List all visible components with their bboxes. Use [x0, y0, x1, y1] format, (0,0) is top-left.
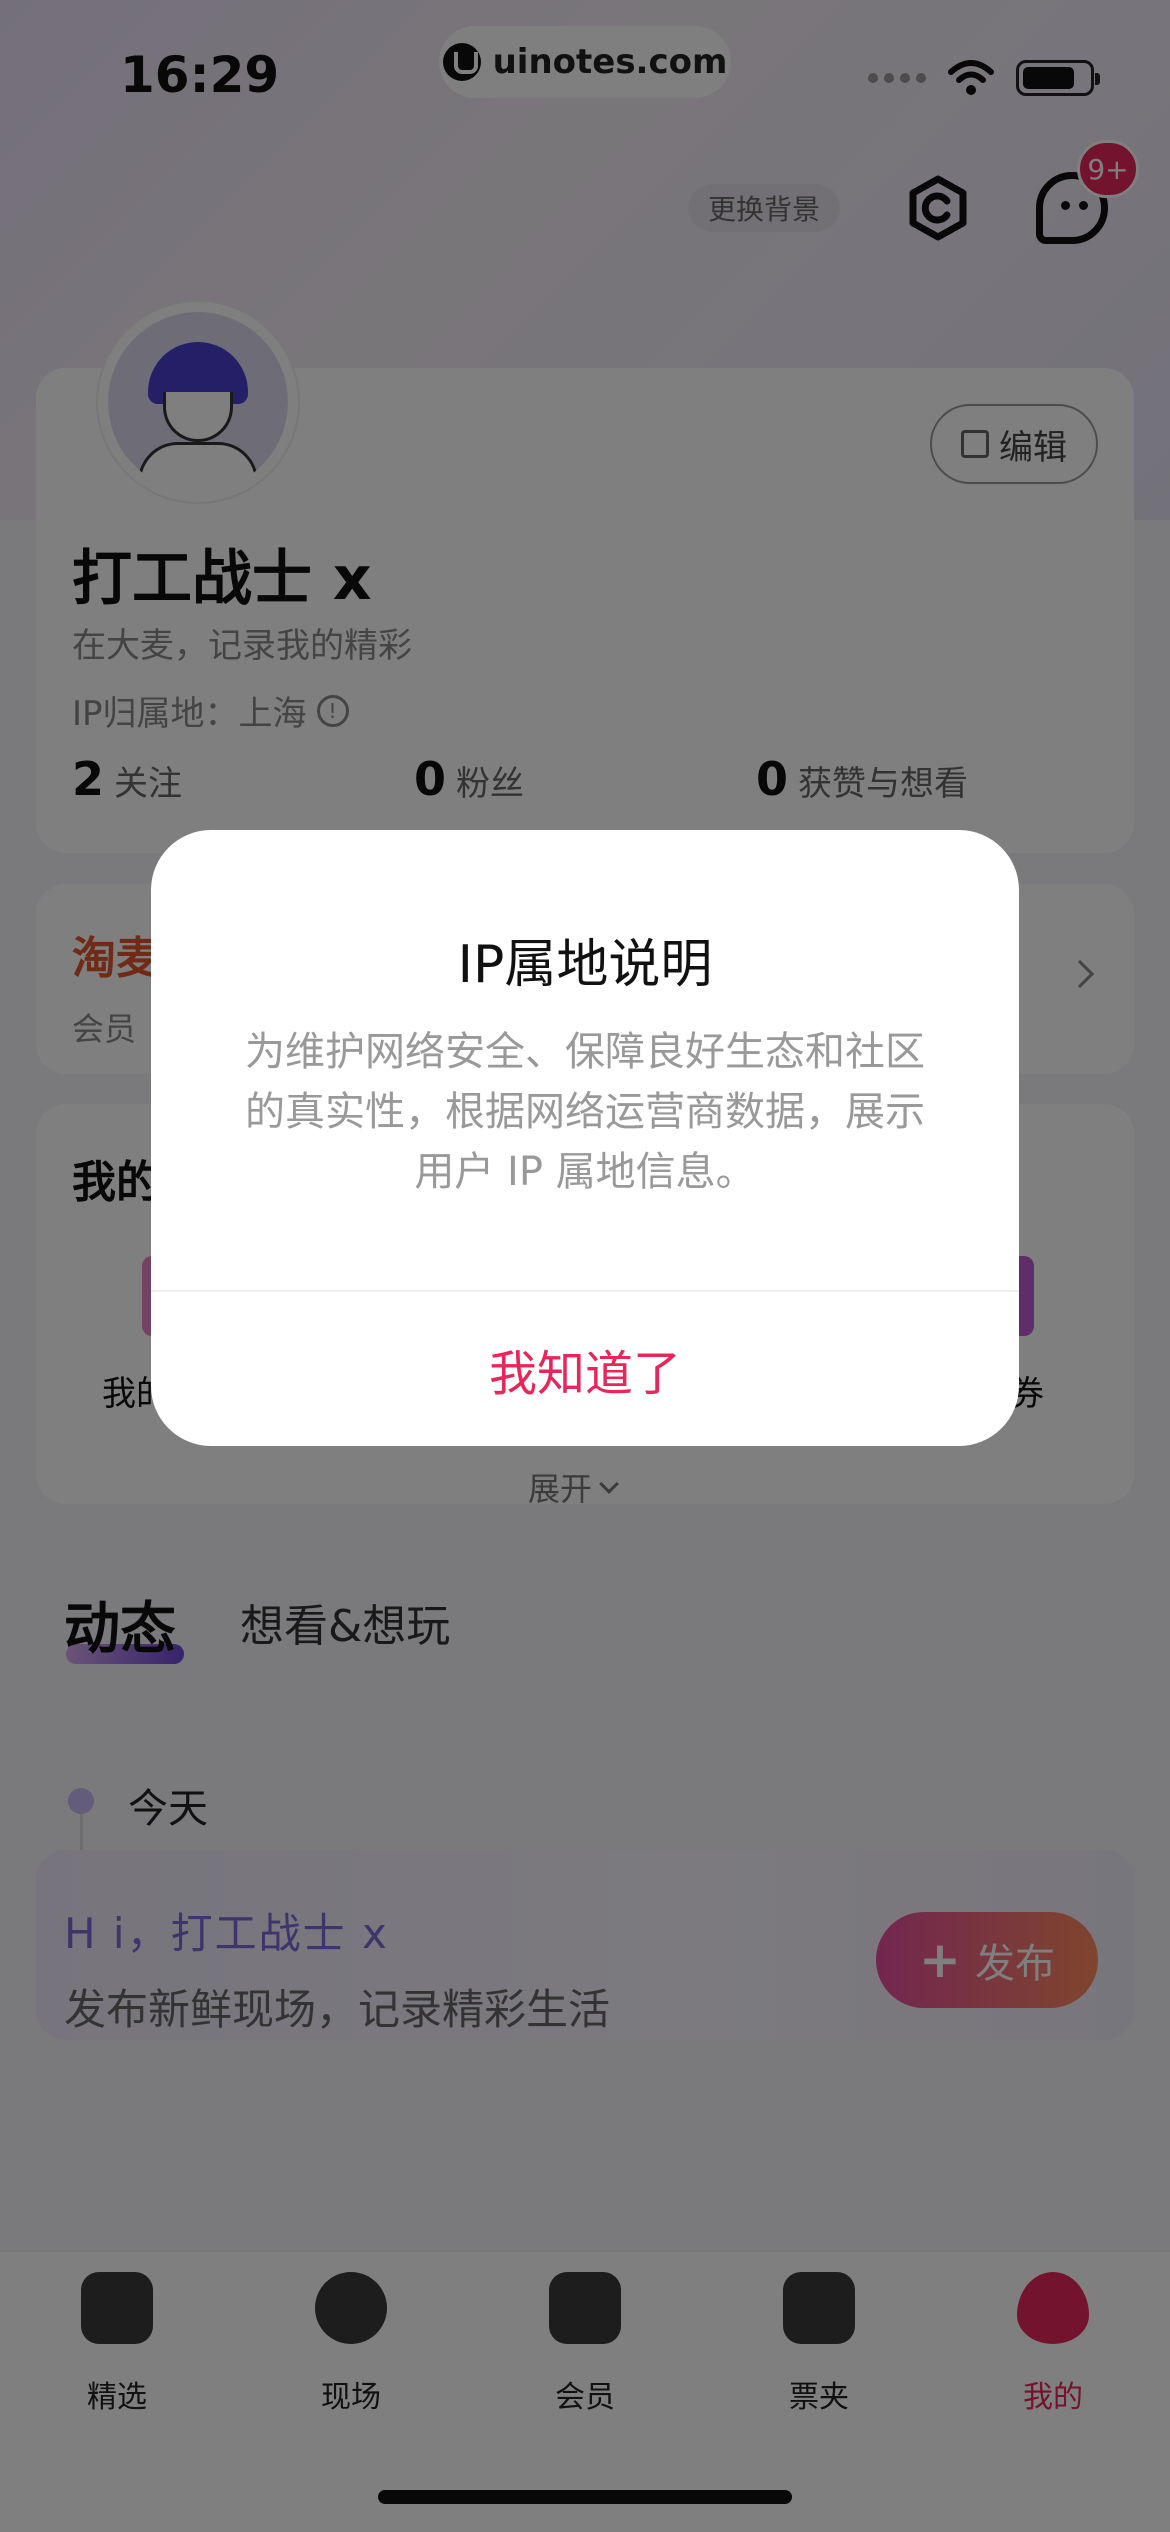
dialog-confirm-button[interactable]: 我知道了	[151, 1292, 1019, 1446]
dialog-title: IP属地说明	[457, 935, 713, 995]
dialog-body: 为维护网络安全、保障良好生态和社区的真实性，根据网络运营商数据，展示用户 IP …	[245, 1029, 925, 1195]
ip-info-dialog: IP属地说明 为维护网络安全、保障良好生态和社区的真实性，根据网络运营商数据，展…	[151, 830, 1019, 1446]
